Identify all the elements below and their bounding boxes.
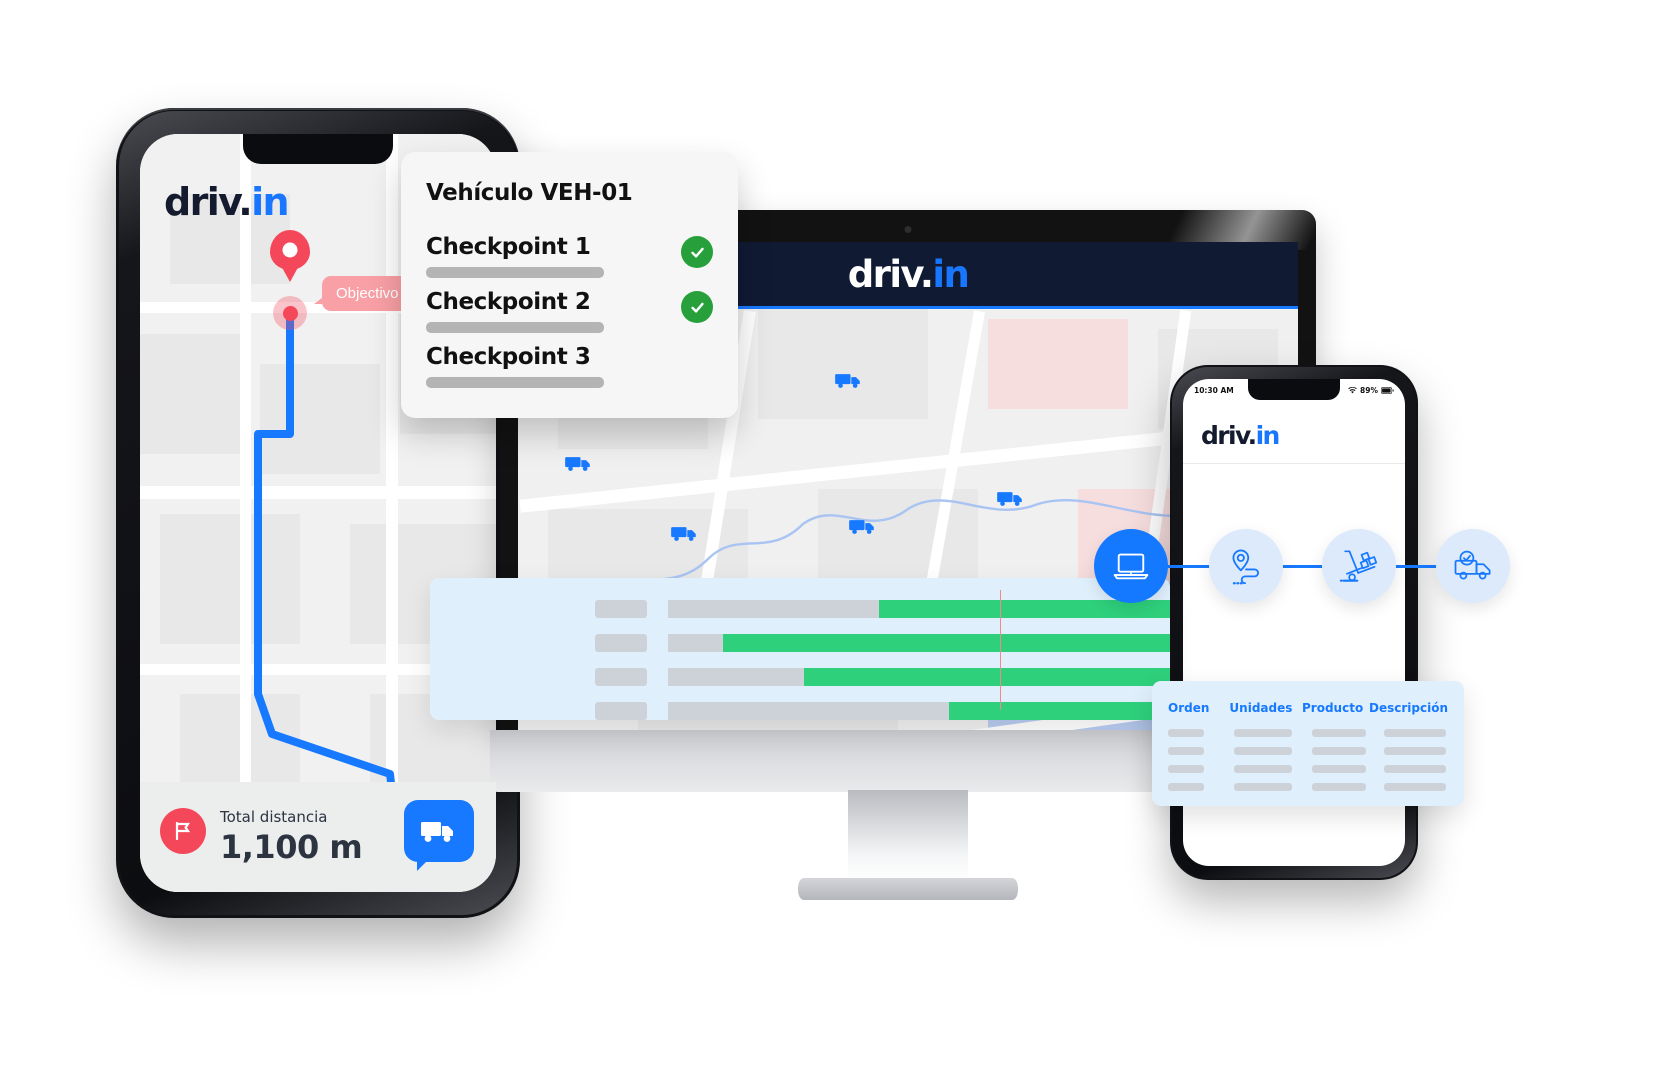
delivered-truck-icon [1454, 550, 1491, 580]
flow-step-delivered[interactable] [1436, 529, 1510, 603]
flag-icon [160, 808, 206, 854]
checkpoint-label: Checkpoint 2 [426, 289, 591, 315]
checkpoint-placeholder-bar [426, 322, 604, 333]
column-header-descripcion: Descripción [1369, 701, 1448, 715]
checkpoint-row[interactable]: Checkpoint 1 [426, 234, 713, 278]
table-row[interactable] [1168, 765, 1448, 773]
current-stop-marker[interactable] [273, 296, 307, 330]
progress-bar [803, 668, 1170, 686]
row-track [668, 634, 1170, 652]
table-header-row: Orden Unidades Producto Descripción [1152, 701, 1464, 715]
checkpoint-row[interactable]: Checkpoint 2 [426, 289, 713, 333]
monitor-stand-base [798, 878, 1018, 900]
column-header-orden: Orden [1168, 701, 1210, 715]
status-battery: 89% [1360, 385, 1378, 395]
checkpoint-placeholder-bar [426, 267, 604, 278]
checkpoint-label: Checkpoint 1 [426, 234, 591, 260]
distance-label: Total distancia [220, 808, 328, 826]
status-bar: 10:30 AM 89% [1183, 379, 1405, 401]
now-indicator-line [1000, 590, 1001, 710]
table-body [1152, 729, 1464, 801]
row-label-placeholder [595, 600, 647, 618]
checkpoint-row[interactable]: Checkpoint 3 [426, 344, 713, 388]
right-phone-logo: driv.in [1201, 421, 1280, 450]
check-icon [681, 291, 713, 323]
checkpoint-label: Checkpoint 3 [426, 344, 591, 370]
map-truck-icon[interactable] [996, 489, 1026, 514]
table-row[interactable] [1168, 729, 1448, 737]
table-row[interactable] [1168, 783, 1448, 791]
flow-step-loading[interactable] [1322, 529, 1396, 603]
row-track [668, 668, 1170, 686]
laptop-icon [1113, 553, 1149, 580]
route-pin-icon [1232, 549, 1259, 585]
truck-chat-button[interactable] [404, 800, 474, 871]
phone-notch [243, 134, 393, 164]
vehicle-checkpoint-card: Vehículo VEH-01 Checkpoint 1 Checkpoint … [401, 152, 738, 418]
wifi-icon [1348, 386, 1357, 393]
illustration-stage: Objectivo driv.in Total distancia 1,100 … [0, 0, 1661, 1081]
delivery-progress-panel [430, 578, 1170, 720]
row-track [668, 600, 1170, 618]
header-divider [1183, 463, 1405, 464]
progress-bar [949, 702, 1170, 720]
webcam-icon [904, 226, 912, 233]
progress-row[interactable] [430, 668, 1170, 686]
destination-pin-icon[interactable] [270, 230, 310, 282]
row-label-placeholder [595, 702, 647, 720]
column-header-unidades: Unidades [1229, 701, 1293, 715]
check-icon [681, 236, 713, 268]
column-header-producto: Producto [1302, 701, 1364, 715]
progress-row[interactable] [430, 634, 1170, 652]
map-truck-icon[interactable] [564, 454, 594, 479]
distance-panel: Total distancia 1,100 m [140, 782, 496, 892]
card-title: Vehículo VEH-01 [426, 180, 633, 206]
distance-value: 1,100 m [220, 828, 363, 866]
progress-bar [723, 634, 1170, 652]
hand-truck-icon [1339, 550, 1378, 582]
status-time: 10:30 AM [1194, 385, 1234, 395]
order-detail-table: Orden Unidades Producto Descripción [1152, 681, 1464, 806]
left-phone-logo: driv.in [164, 180, 290, 224]
progress-row[interactable] [430, 702, 1170, 720]
truck-icon [421, 822, 453, 842]
map-truck-icon[interactable] [670, 524, 700, 549]
progress-row[interactable] [430, 600, 1170, 618]
monitor-logo: driv.in [847, 252, 970, 296]
flow-step-laptop[interactable] [1094, 529, 1168, 603]
row-label-placeholder [595, 634, 647, 652]
checkpoint-placeholder-bar [426, 377, 604, 388]
row-track [668, 702, 1170, 720]
map-truck-icon[interactable] [848, 517, 878, 542]
map-truck-icon[interactable] [834, 371, 864, 396]
flow-step-route[interactable] [1209, 529, 1283, 603]
row-label-placeholder [595, 668, 647, 686]
monitor-stand-neck [848, 790, 968, 882]
map-callout-label: Objectivo [314, 276, 413, 311]
table-row[interactable] [1168, 747, 1448, 755]
battery-icon [1381, 386, 1394, 394]
